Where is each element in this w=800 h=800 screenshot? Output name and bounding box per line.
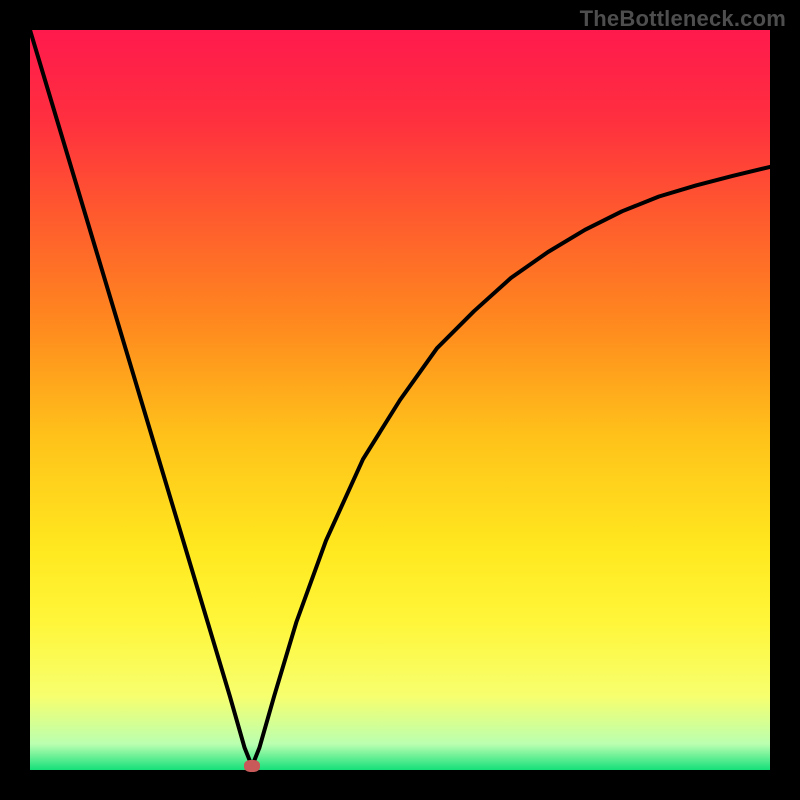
plot-area	[30, 30, 770, 770]
bottleneck-curve	[30, 30, 770, 766]
watermark-text: TheBottleneck.com	[580, 6, 786, 32]
minimum-marker	[244, 760, 260, 772]
chart-stage: TheBottleneck.com	[0, 0, 800, 800]
curve-layer	[30, 30, 770, 770]
